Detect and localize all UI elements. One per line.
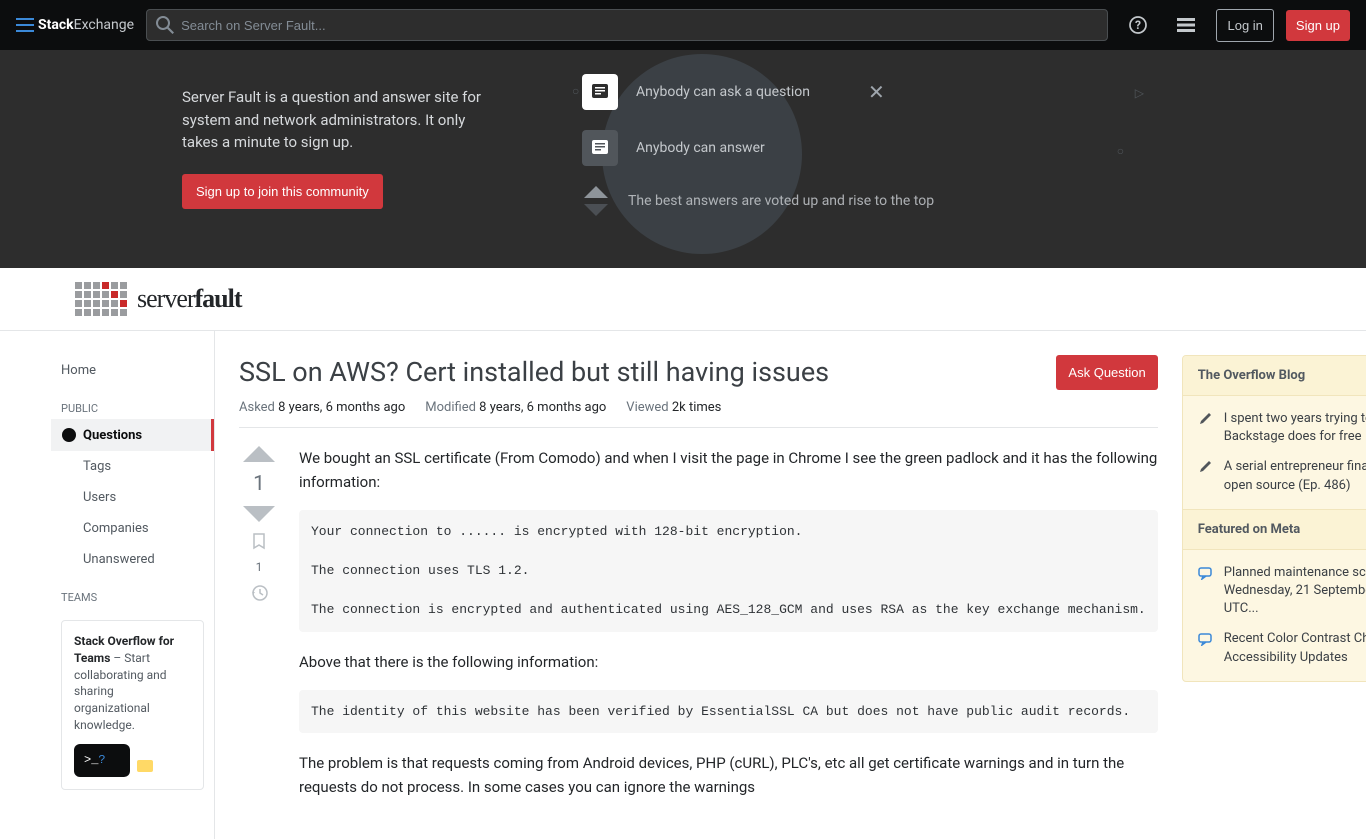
- code-block: The identity of this website has been ve…: [299, 690, 1158, 734]
- question-post: 1 1 We bought an SSL certificate (From C…: [239, 428, 1158, 815]
- nav-tags[interactable]: Tags: [51, 451, 214, 482]
- question-title: SSL on AWS? Cert installed but still hav…: [239, 355, 829, 390]
- vote-column: 1 1: [239, 446, 279, 815]
- nav-users[interactable]: Users: [51, 482, 214, 513]
- globe-icon: [61, 427, 77, 443]
- nav-unanswered[interactable]: Unanswered: [51, 544, 214, 575]
- main-content: SSL on AWS? Cert installed but still hav…: [239, 355, 1158, 815]
- speech-icon: [1198, 564, 1214, 619]
- meta-item[interactable]: Recent Color Contrast Changes and Access…: [1183, 624, 1366, 672]
- blog-item[interactable]: A serial entrepreneur finally embraces o…: [1183, 452, 1366, 500]
- svg-text:?: ?: [1135, 18, 1141, 32]
- stackexchange-logo[interactable]: StackExchange: [16, 17, 134, 33]
- nav-section-public: PUBLIC: [51, 386, 214, 419]
- search-input[interactable]: [146, 9, 1108, 41]
- vote-score: 1: [253, 472, 265, 496]
- downvote-button[interactable]: [243, 506, 275, 522]
- nav-questions[interactable]: Questions: [51, 419, 214, 451]
- login-button[interactable]: Log in: [1216, 9, 1273, 42]
- hero-description: Server Fault is a question and answer si…: [182, 86, 502, 154]
- search-wrap: [146, 9, 1108, 41]
- signup-button[interactable]: Sign up: [1286, 10, 1350, 41]
- pencil-icon: [1198, 410, 1214, 446]
- right-sidebar: The Overflow Blog I spent two years tryi…: [1182, 355, 1366, 815]
- bookmark-count: 1: [256, 560, 263, 574]
- nav-home[interactable]: Home: [51, 355, 214, 386]
- network-icon: [16, 18, 34, 32]
- post-body: We bought an SSL certificate (From Comod…: [299, 446, 1158, 815]
- pencil-icon: [1198, 458, 1214, 494]
- search-icon: [156, 16, 174, 34]
- serverfault-icon: [75, 282, 127, 316]
- hero-banner: Server Fault is a question and answer si…: [0, 50, 1366, 268]
- upvote-button[interactable]: [243, 446, 275, 462]
- hero-illustration: ○ ◁ ▷ ○ Anybody can ask a question ✕ Any…: [582, 74, 1184, 236]
- site-header: serverfault: [0, 268, 1366, 331]
- meta-header: Featured on Meta: [1183, 509, 1366, 550]
- console-icon: >_?: [74, 744, 130, 777]
- answer-icon: [582, 130, 618, 166]
- meta-item[interactable]: Planned maintenance scheduled for Wednes…: [1183, 558, 1366, 625]
- sites-icon[interactable]: [1168, 7, 1204, 43]
- code-block: Your connection to ...... is encrypted w…: [299, 510, 1158, 632]
- help-icon[interactable]: ?: [1120, 7, 1156, 43]
- question-meta: Asked 8 years, 6 months ago Modified 8 y…: [239, 400, 1158, 428]
- topbar: StackExchange ? Log in Sign up: [0, 0, 1366, 50]
- vote-icon: [582, 186, 610, 216]
- bookmark-icon[interactable]: [250, 532, 268, 550]
- speech-icon: [1198, 630, 1214, 666]
- blog-header: The Overflow Blog: [1183, 356, 1366, 396]
- ask-question-button[interactable]: Ask Question: [1056, 355, 1157, 390]
- sidebar-widget: The Overflow Blog I spent two years tryi…: [1182, 355, 1366, 682]
- blog-item[interactable]: I spent two years trying to do what Back…: [1183, 404, 1366, 452]
- left-sidebar: Home PUBLIC Questions Tags Users Compani…: [51, 331, 215, 839]
- nav-section-teams: TEAMS: [51, 575, 214, 608]
- serverfault-logo[interactable]: serverfault: [75, 282, 1291, 316]
- teams-card: Stack Overflow for Teams – Start collabo…: [61, 620, 204, 790]
- question-icon: [582, 74, 618, 110]
- nav-companies[interactable]: Companies: [51, 513, 214, 544]
- close-icon[interactable]: ✕: [868, 80, 885, 104]
- hero-signup-button[interactable]: Sign up to join this community: [182, 174, 383, 209]
- history-icon[interactable]: [250, 584, 268, 602]
